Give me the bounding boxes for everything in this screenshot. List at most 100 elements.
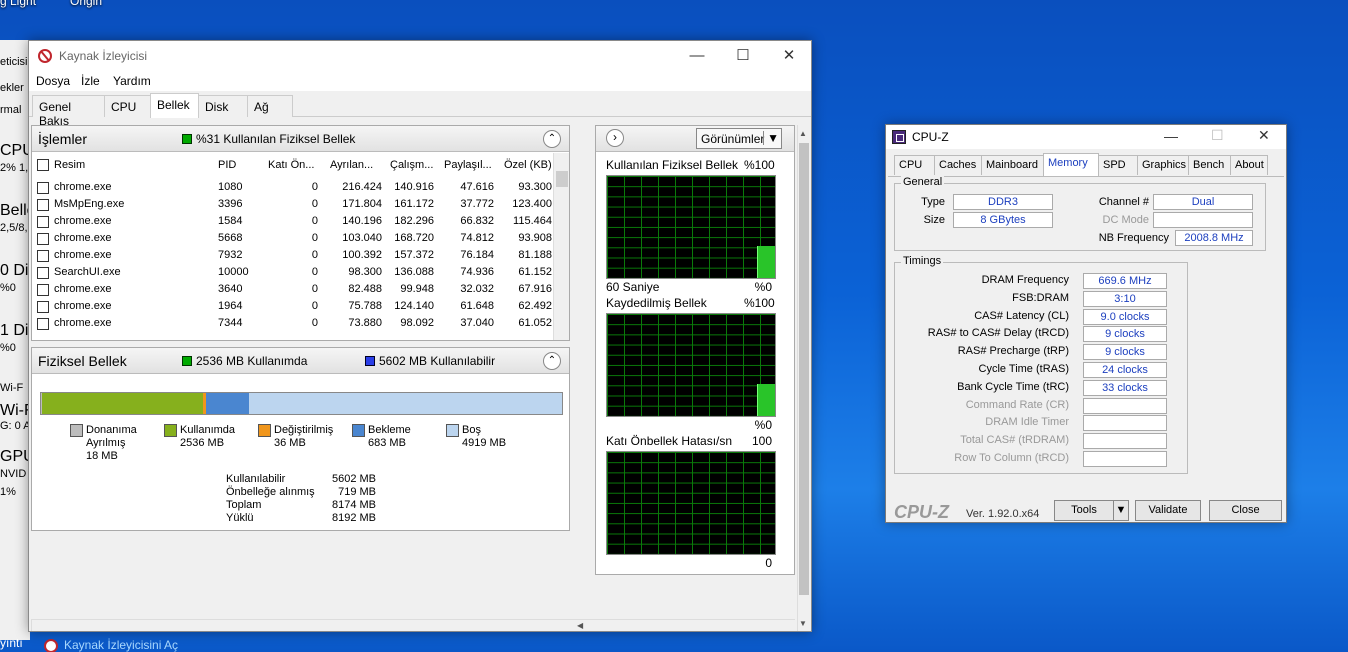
processes-scrollbar[interactable] [553,153,569,340]
scroll-down-icon[interactable]: ▼ [799,619,807,628]
background-text: ekler [0,82,24,94]
menu-file[interactable]: Dosya [36,74,70,88]
background-text: 2% 1, [0,162,29,174]
cell: 61.152 [518,266,552,278]
timing-value [1083,397,1167,414]
desktop-icon-label[interactable]: Origin [70,0,102,8]
tab-about[interactable]: About [1230,155,1268,175]
processes-header[interactable]: İşlemler %31 Kullanılan Fiziksel Bellek … [32,126,569,152]
row-checkbox[interactable] [37,216,49,228]
table-row[interactable]: chrome.exe 1584 0 140.196 182.296 66.832 115.4… [32,213,552,230]
cell: chrome.exe [54,283,112,295]
graphs-scrollbar[interactable]: ▲ ▼ [797,125,810,631]
row-checkbox[interactable] [37,233,49,245]
timing-value: 9 clocks [1083,326,1167,343]
channel-label: Channel # [1098,196,1149,208]
expand-arrow-icon[interactable]: › [606,129,624,147]
tab-graphics[interactable]: Graphics [1137,155,1189,175]
close-button[interactable]: Close [1209,500,1282,521]
cell: 47.616 [460,181,494,193]
tab-bench[interactable]: Bench [1188,155,1231,175]
background-text: 2,5/8, [0,222,28,234]
minimize-button[interactable]: — [674,41,720,71]
tab-memory[interactable]: Memory [1043,153,1099,176]
timing-label: DRAM Frequency [981,274,1069,286]
tab-cpu[interactable]: CPU [104,95,151,117]
tab-overview[interactable]: Genel Bakış [32,95,105,128]
general-group: General Type DDR3 Size 8 GBytes Channel … [894,176,1266,251]
open-resource-monitor-link[interactable]: Kaynak İzleyicisini Aç [64,638,178,652]
col-private[interactable]: Özel (KB) [504,159,552,171]
timing-label: RAS# Precharge (tRP) [957,345,1069,358]
minimize-button[interactable]: — [1164,128,1178,144]
cell: 1964 [218,300,243,312]
collapse-chevron-icon[interactable]: ⌃ [543,130,561,148]
cell: 0 [311,215,318,227]
tab-network[interactable]: Ağ [247,95,293,117]
tab-disk[interactable]: Disk [198,95,248,117]
cell: 3396 [218,198,243,210]
menu-help[interactable]: Yardım [113,74,151,88]
graph-canvas [606,451,776,555]
scroll-thumb[interactable] [556,171,568,187]
horizontal-scrollbar[interactable]: ◀ [31,619,795,631]
col-shareable[interactable]: Paylaşıl... [444,159,492,171]
cell: 98.300 [348,266,382,278]
table-row[interactable]: chrome.exe 3640 0 82.488 99.948 32.032 67.916 [32,281,552,298]
close-button[interactable]: ✕ [1258,127,1270,144]
background-text: Belle [0,202,30,219]
timing-label: Cycle Time (tRAS) [978,363,1069,375]
row-checkbox[interactable] [37,318,49,330]
col-commit[interactable]: Ayrılan... [330,159,373,171]
background-text: %0 [0,342,16,354]
row-checkbox[interactable] [37,199,49,211]
title-bar[interactable]: CPU-Z — ☐ ✕ [886,125,1286,149]
row-checkbox[interactable] [37,301,49,313]
table-row[interactable]: chrome.exe 5668 0 103.040 168.720 74.812 93.90… [32,230,552,247]
table-row[interactable]: SearchUI.exe 10000 0 98.300 136.088 74.936 61.… [32,264,552,281]
table-row[interactable]: chrome.exe 7344 0 73.880 98.092 37.040 61.052 [32,315,552,332]
maximize-button[interactable]: ☐ [720,41,766,71]
physical-memory-header[interactable]: Fiziksel Bellek 2536 MB Kullanımda 5602 … [32,348,569,374]
dc-mode-label: DC Mode [1102,214,1149,226]
cell: chrome.exe [54,181,112,193]
views-dropdown[interactable]: Görünümler ▼ [696,128,782,149]
tab-cpu[interactable]: CPU [894,155,935,175]
maximize-button[interactable]: ☐ [1211,127,1224,144]
tools-button[interactable]: Tools [1054,500,1114,521]
table-row[interactable]: chrome.exe 7932 0 100.392 157.372 76.184 81.18… [32,247,552,264]
col-pid[interactable]: PID [218,159,236,171]
title-bar[interactable]: Kaynak İzleyicisi — ☐ ✕ [29,41,811,71]
scroll-thumb[interactable] [799,143,809,595]
scroll-left-icon[interactable]: ◀ [577,621,583,630]
tab-spd[interactable]: SPD [1098,155,1138,175]
row-checkbox[interactable] [37,250,49,262]
validate-button[interactable]: Validate [1135,500,1201,521]
table-row[interactable]: chrome.exe 1964 0 75.788 124.140 61.648 62.492 [32,298,552,315]
col-working-set[interactable]: Çalışm... [390,159,433,171]
row-checkbox[interactable] [37,284,49,296]
close-button[interactable]: ✕ [766,41,812,71]
background-text: rmal [0,104,22,116]
general-title: General [901,176,945,188]
collapse-chevron-icon[interactable]: ⌃ [543,352,561,370]
cell: chrome.exe [54,249,112,261]
row-checkbox[interactable] [37,267,49,279]
tab-caches[interactable]: Caches [934,155,982,175]
col-hard-faults[interactable]: Katı Ön... [268,159,314,171]
scroll-up-icon[interactable]: ▲ [799,129,807,138]
timings-group: Timings DRAM Frequency 669.6 MHz FSB:DRAM 3… [894,255,1188,474]
tools-dropdown-arrow-icon[interactable]: ▼ [1113,500,1129,521]
desktop-icon-label[interactable]: g Light [0,0,36,8]
select-all-checkbox[interactable] [37,159,49,171]
tab-mainboard[interactable]: Mainboard [981,155,1044,175]
menu-monitor[interactable]: İzle [81,74,100,88]
table-row[interactable]: MsMpEng.exe 3396 0 171.804 161.172 37.772 123.… [32,196,552,213]
tab-memory[interactable]: Bellek [150,93,199,118]
col-image[interactable]: Resim [54,159,85,171]
timing-label: Row To Column (tRCD) [954,452,1069,464]
table-row[interactable]: chrome.exe 1080 0 216.424 140.916 47.616 93.30… [32,179,552,196]
row-checkbox[interactable] [37,182,49,194]
stat-label: Toplam [226,499,262,511]
window-title: CPU-Z [912,130,949,144]
